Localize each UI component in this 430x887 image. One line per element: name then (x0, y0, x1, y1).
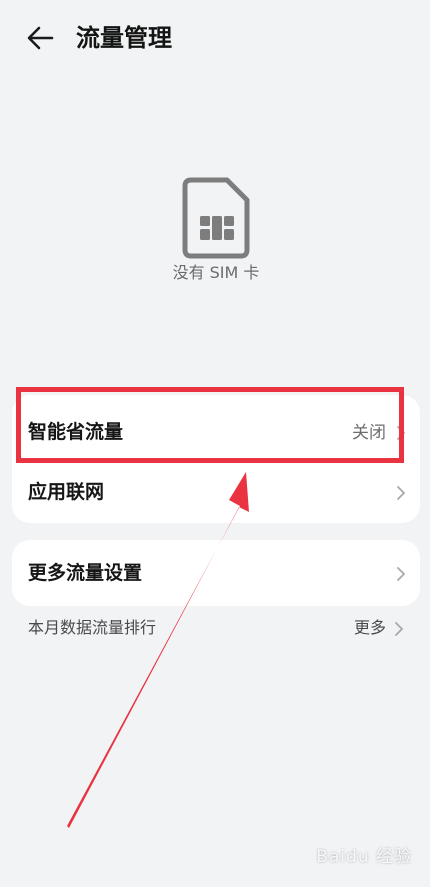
more-data-settings-row[interactable]: 更多流量设置 (12, 542, 420, 604)
monthly-data-ranking-header: 本月数据流量排行 更多 (0, 612, 430, 646)
top-app-bar: 流量管理 (0, 0, 430, 80)
smart-data-saver-status: 关闭 (352, 423, 386, 443)
chevron-right-icon (397, 426, 405, 440)
chevron-right-icon (397, 567, 405, 581)
app-network-access-label: 应用联网 (28, 481, 105, 503)
arrow-left-icon (27, 26, 54, 50)
chevron-right-icon (395, 622, 403, 636)
watermark: Baidu 经验 (316, 847, 412, 867)
smart-data-saver-row[interactable]: 智能省流量 关闭 (12, 401, 420, 463)
monthly-data-ranking-label: 本月数据流量排行 (28, 618, 157, 637)
smart-data-saver-label: 智能省流量 (28, 421, 124, 443)
back-button[interactable] (22, 22, 58, 54)
more-ranking-label: 更多 (353, 618, 386, 637)
chevron-right-icon (397, 486, 405, 500)
more-data-settings-label: 更多流量设置 (28, 562, 143, 584)
page-title: 流量管理 (76, 24, 172, 52)
app-network-access-row[interactable]: 应用联网 (12, 461, 420, 523)
more-ranking-link[interactable]: 更多 (344, 612, 404, 646)
settings-card-secondary: 更多流量设置 (12, 540, 420, 606)
settings-card-primary: 智能省流量 关闭 应用联网 (12, 395, 420, 523)
sim-card-icon (182, 177, 250, 259)
no-sim-label: 没有 SIM 卡 (172, 263, 260, 282)
sim-status: 没有 SIM 卡 (0, 170, 430, 290)
